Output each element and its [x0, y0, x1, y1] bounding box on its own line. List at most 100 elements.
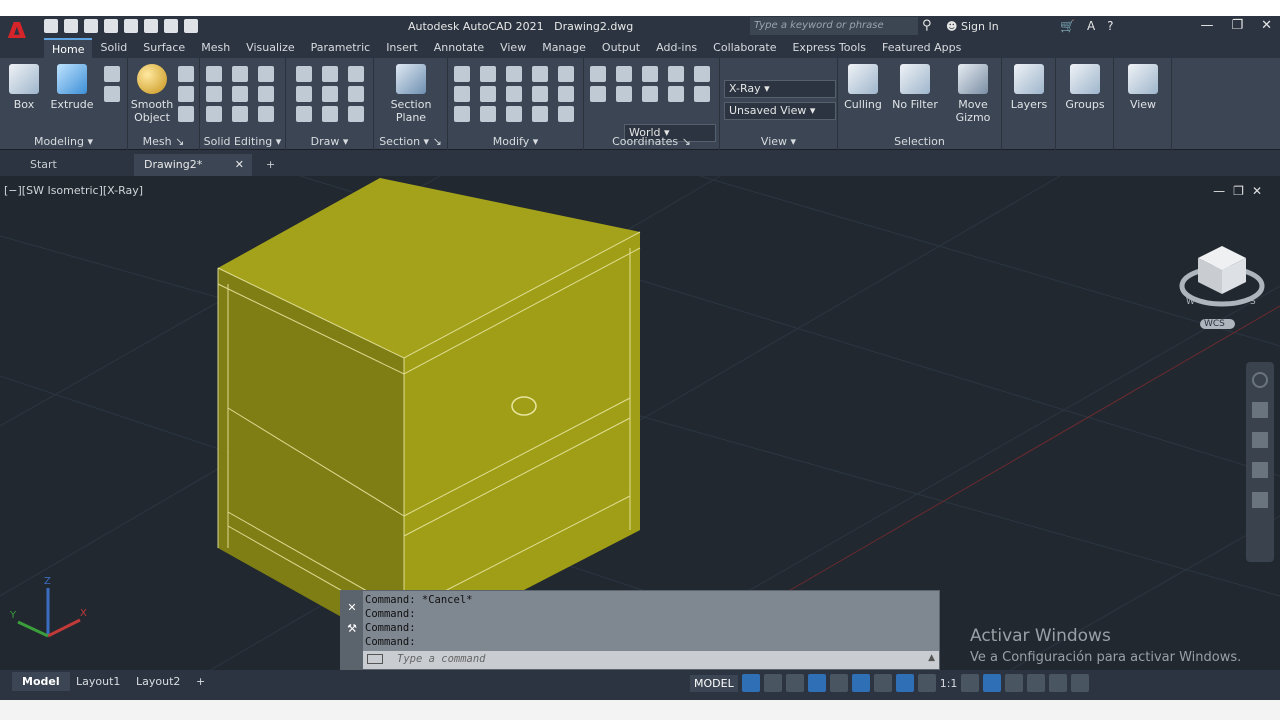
plot-icon[interactable]: [144, 19, 158, 33]
section-plane-button[interactable]: Section Plane: [387, 64, 435, 124]
mesh-icon-2[interactable]: [178, 86, 194, 102]
tab-mesh[interactable]: Mesh: [193, 38, 238, 58]
web-mobile-icon[interactable]: [124, 19, 138, 33]
annotation-visibility-icon[interactable]: [895, 674, 914, 692]
restore-icon[interactable]: ❐: [1231, 18, 1243, 33]
layers-button[interactable]: Layers: [1005, 64, 1053, 111]
viewport-controls-label[interactable]: [−][SW Isometric][X-Ray]: [4, 184, 143, 197]
nightstand-model[interactable]: [217, 178, 641, 652]
box-button[interactable]: Box: [0, 64, 48, 111]
view-button[interactable]: View: [1119, 64, 1167, 111]
tab-parametric[interactable]: Parametric: [303, 38, 379, 58]
mesh-icon-1[interactable]: [178, 66, 194, 82]
open-icon[interactable]: [64, 19, 78, 33]
smooth-object-button[interactable]: Smooth Object: [128, 64, 176, 124]
close-icon[interactable]: ✕: [1261, 18, 1272, 33]
tab-start[interactable]: Start: [20, 154, 132, 176]
extrude-button[interactable]: Extrude: [48, 64, 96, 111]
add-layout-button[interactable]: +: [186, 672, 215, 691]
command-prompt-icon[interactable]: [367, 654, 383, 664]
tab-drawing2[interactable]: Drawing2* ✕: [134, 154, 252, 176]
presspull-icon[interactable]: [104, 86, 120, 102]
move-gizmo-button[interactable]: Move Gizmo: [948, 64, 998, 124]
model-space-toggle[interactable]: MODEL: [690, 674, 738, 692]
panel-title-mesh[interactable]: Mesh ↘: [128, 135, 199, 148]
object-snap-icon[interactable]: [873, 674, 892, 692]
autodesk-app-icon[interactable]: A: [1087, 19, 1095, 33]
new-tab-button[interactable]: +: [256, 154, 285, 176]
recent-commands-icon[interactable]: ▲: [928, 653, 935, 663]
tab-home[interactable]: Home: [44, 38, 93, 58]
search-icon[interactable]: ⚲: [922, 18, 932, 33]
panel-title-modeling[interactable]: Modeling ▾: [0, 135, 127, 148]
tab-output[interactable]: Output: [594, 38, 648, 58]
annotation-scale[interactable]: 1:1: [940, 677, 958, 690]
save-as-icon[interactable]: [104, 19, 118, 33]
tab-model[interactable]: Model: [12, 672, 70, 691]
tab-add-ins[interactable]: Add-ins: [648, 38, 705, 58]
customization-menu-icon[interactable]: [1071, 674, 1090, 692]
tab-annotate[interactable]: Annotate: [426, 38, 492, 58]
new-icon[interactable]: [44, 19, 58, 33]
cart-icon[interactable]: 🛒: [1060, 19, 1075, 33]
mesh-icon-3[interactable]: [178, 106, 194, 122]
groups-button[interactable]: Groups: [1061, 64, 1109, 111]
panel-title-modify[interactable]: Modify ▾: [448, 135, 583, 148]
units-toggle-icon[interactable]: [983, 674, 1002, 692]
no-filter-button[interactable]: No Filter: [890, 64, 940, 111]
ortho-toggle-icon[interactable]: [785, 674, 804, 692]
vp-close-icon[interactable]: ✕: [1252, 184, 1270, 198]
clean-screen-icon[interactable]: [1049, 674, 1068, 692]
panel-title-coordinates[interactable]: Coordinates ↘: [584, 135, 719, 148]
isodraft-icon[interactable]: [829, 674, 848, 692]
close-tab-icon[interactable]: ✕: [235, 158, 244, 171]
steering-wheel-icon[interactable]: [1252, 372, 1268, 388]
panel-title-solid-editing[interactable]: Solid Editing ▾: [200, 135, 285, 148]
save-icon[interactable]: [84, 19, 98, 33]
sign-in-button[interactable]: ☻ Sign In: [946, 20, 999, 33]
polar-toggle-icon[interactable]: [807, 674, 826, 692]
object-snap-tracking-icon[interactable]: [851, 674, 870, 692]
orbit-icon[interactable]: [1252, 462, 1268, 478]
tab-featured-apps[interactable]: Featured Apps: [874, 38, 969, 58]
zoom-icon[interactable]: [1252, 432, 1268, 448]
tab-manage[interactable]: Manage: [534, 38, 594, 58]
tab-collaborate[interactable]: Collaborate: [705, 38, 784, 58]
undo-icon[interactable]: [164, 19, 178, 33]
snap-toggle-icon[interactable]: [763, 674, 782, 692]
panel-title-selection[interactable]: Selection: [838, 135, 1001, 148]
tab-insert[interactable]: Insert: [378, 38, 426, 58]
tab-visualize[interactable]: Visualize: [238, 38, 302, 58]
culling-button[interactable]: Culling: [838, 64, 888, 111]
grid-toggle-icon[interactable]: [741, 674, 760, 692]
vp-minimize-icon[interactable]: —: [1213, 184, 1233, 198]
help-icon[interactable]: ?: [1107, 19, 1113, 33]
polysolid-icon[interactable]: [104, 66, 120, 82]
panel-title-draw[interactable]: Draw ▾: [286, 135, 373, 148]
viewcube[interactable]: W S: [1179, 246, 1265, 307]
autoscale-icon[interactable]: [917, 674, 936, 692]
workspace-gear-icon[interactable]: [961, 674, 980, 692]
minimize-icon[interactable]: —: [1200, 18, 1213, 33]
hardware-acceleration-icon[interactable]: [1027, 674, 1046, 692]
isolate-objects-icon[interactable]: [1005, 674, 1024, 692]
panel-title-view[interactable]: View ▾: [720, 135, 837, 148]
tab-layout1[interactable]: Layout1: [66, 672, 130, 691]
showmotion-icon[interactable]: [1252, 492, 1268, 508]
search-input[interactable]: Type a keyword or phrase: [750, 17, 918, 35]
tab-view[interactable]: View: [492, 38, 534, 58]
visual-style-dropdown[interactable]: X-Ray ▾: [724, 80, 836, 98]
redo-icon[interactable]: [184, 19, 198, 33]
tab-express-tools[interactable]: Express Tools: [784, 38, 874, 58]
close-command-icon[interactable]: ✕: [341, 601, 363, 614]
pan-icon[interactable]: [1252, 402, 1268, 418]
command-input[interactable]: Type a command: [363, 651, 939, 669]
wcs-menu[interactable]: WCS: [1200, 319, 1235, 329]
tab-surface[interactable]: Surface: [135, 38, 193, 58]
customize-icon[interactable]: ⚒: [341, 622, 363, 635]
tab-solid[interactable]: Solid: [92, 38, 135, 58]
vp-restore-icon[interactable]: ❐: [1233, 184, 1252, 198]
tab-layout2[interactable]: Layout2: [126, 672, 190, 691]
named-view-dropdown[interactable]: Unsaved View ▾: [724, 102, 836, 120]
panel-title-section[interactable]: Section ▾ ↘: [374, 135, 447, 148]
